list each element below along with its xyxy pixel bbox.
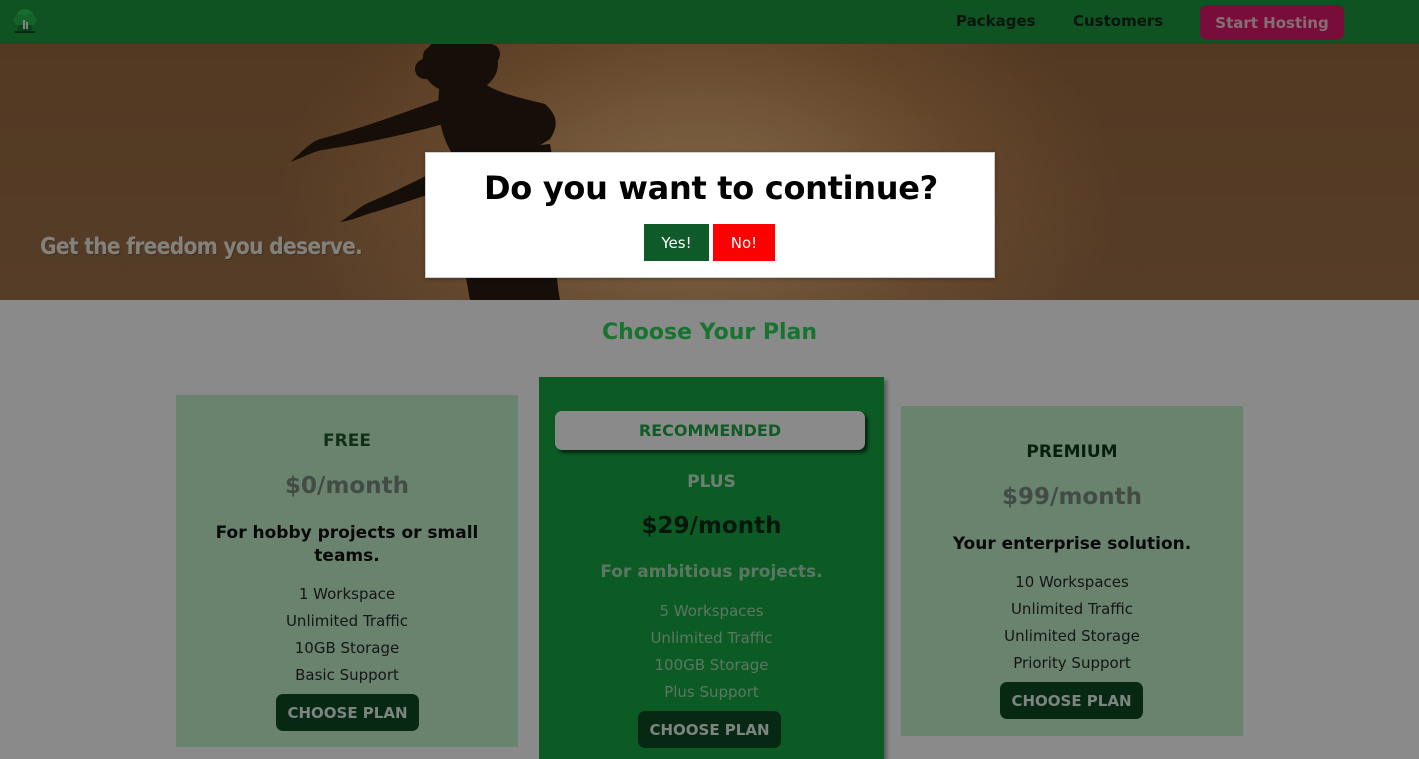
no-button[interactable]: No! [713, 224, 775, 261]
modal-backdrop[interactable] [0, 0, 1419, 759]
confirm-dialog: Do you want to continue? Yes! No! [425, 152, 995, 278]
yes-button[interactable]: Yes! [644, 224, 709, 261]
dialog-title: Do you want to continue? [484, 169, 938, 207]
